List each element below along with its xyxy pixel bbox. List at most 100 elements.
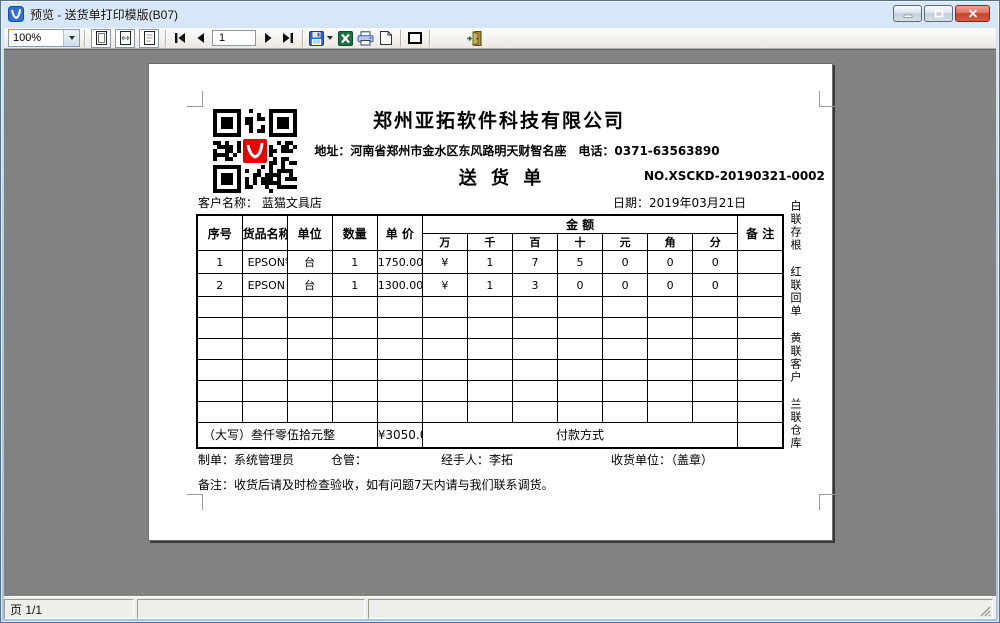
table-cell: [738, 318, 783, 339]
table-cell: [738, 339, 783, 360]
item-row: 1EPSON针式打印机LQ-1800K台11750.00¥175000: [197, 251, 783, 274]
maximize-button[interactable]: [924, 5, 953, 22]
remark-note: 备注：收货后请及时检查验收，如有问题7天内请与我们联系调货。: [198, 476, 554, 493]
customer-name: 客户名称： 蓝猫文具店: [198, 194, 322, 211]
table-cell: [332, 360, 377, 381]
table-cell: [648, 339, 693, 360]
table-cell: [287, 381, 332, 402]
blank-page-icon: [380, 31, 392, 45]
preview-area: 郑州亚拓软件科技有限公司 地址：河南省郑州市金水区东风路明天财智名座 电话：03…: [4, 49, 996, 596]
table-cell: [377, 381, 422, 402]
toolbar-separator: [165, 30, 166, 47]
table-cell: [467, 339, 512, 360]
crop-mark: [187, 494, 203, 510]
company-address: 地址：河南省郑州市金水区东风路明天财智名座 电话：0371-63563890: [277, 142, 757, 159]
table-cell: [377, 402, 422, 423]
toolbar-separator: [429, 30, 430, 47]
form-title: 送 货 单: [402, 164, 602, 190]
table-cell: [558, 318, 603, 339]
zoom-whole-page-button[interactable]: [91, 29, 111, 48]
table-cell: 0: [648, 251, 693, 274]
table-cell: [738, 360, 783, 381]
table-cell: [377, 297, 422, 318]
toolbar-separator: [400, 30, 401, 47]
table-cell: ¥: [422, 251, 467, 274]
resize-grip[interactable]: [979, 605, 991, 617]
zoom-page-width-button[interactable]: [115, 29, 135, 48]
table-cell: [287, 402, 332, 423]
zoom-combobox[interactable]: 100%: [8, 29, 80, 47]
empty-row: [197, 297, 783, 318]
copy-labels: 白联存根红联回单黄联客户兰联仓库: [789, 200, 802, 450]
table-cell: [648, 402, 693, 423]
table-cell: [603, 402, 648, 423]
table-cell: [197, 381, 242, 402]
table-cell: [287, 339, 332, 360]
table-cell: [738, 274, 783, 297]
next-page-button[interactable]: [258, 29, 278, 48]
table-cell: 分: [693, 234, 738, 251]
table-cell: 台: [287, 274, 332, 297]
blank-page-button[interactable]: [376, 29, 396, 48]
crop-mark: [187, 91, 203, 107]
save-dropdown-icon[interactable]: [327, 36, 333, 40]
app-logo-icon: [8, 6, 24, 22]
maximize-icon: [934, 9, 944, 18]
table-cell: [197, 402, 242, 423]
table-cell: [558, 339, 603, 360]
table-cell: [332, 402, 377, 423]
table-cell: [603, 360, 648, 381]
actual-size-icon: [144, 31, 155, 45]
table-cell: [693, 297, 738, 318]
copy-label: 兰联仓库: [789, 398, 802, 450]
table-cell: [648, 318, 693, 339]
table-cell: EPSON LQ-630KLQ-630K: [242, 274, 287, 297]
table-cell: [603, 339, 648, 360]
last-page-button[interactable]: [278, 29, 298, 48]
table-cell: [558, 360, 603, 381]
table-cell: [603, 297, 648, 318]
table-cell: [693, 339, 738, 360]
table-cell: 0: [603, 251, 648, 274]
table-cell: 0: [558, 274, 603, 297]
export-excel-button[interactable]: [335, 29, 355, 48]
zoom-dropdown-icon[interactable]: [63, 30, 79, 46]
table-cell: ¥3050.00: [377, 423, 422, 448]
page-number-input[interactable]: [212, 30, 256, 46]
page-setup-button[interactable]: [405, 29, 425, 48]
table-cell: [422, 360, 467, 381]
next-page-icon: [264, 33, 273, 43]
table-cell: 1: [197, 251, 242, 274]
table-cell: [467, 402, 512, 423]
total-row: （大写）叁仟零伍拾元整¥3050.00付款方式: [197, 423, 783, 448]
minimize-button[interactable]: [893, 5, 922, 22]
zoom-actual-size-button[interactable]: [139, 29, 159, 48]
exit-button[interactable]: [464, 29, 485, 48]
first-page-button[interactable]: [170, 29, 190, 48]
table-cell: 台: [287, 251, 332, 274]
page-width-icon: [120, 31, 131, 45]
table-cell: 5: [558, 251, 603, 274]
table-cell: [603, 318, 648, 339]
table-cell: 0: [693, 274, 738, 297]
table-cell: 十: [558, 234, 603, 251]
close-button[interactable]: [955, 5, 990, 22]
empty-row: [197, 402, 783, 423]
save-button[interactable]: [307, 29, 335, 48]
prev-page-button[interactable]: [190, 29, 210, 48]
table-cell: 数量: [332, 215, 377, 251]
items-table: 序号货品名称及规格单位数量单 价金 额备 注万千百十元角分1EPSON针式打印机…: [196, 214, 784, 449]
warehouse-field: 仓管：: [331, 451, 367, 468]
page-info-panel: 页 1/1: [4, 599, 134, 619]
table-cell: [377, 360, 422, 381]
table-cell: 1: [467, 251, 512, 274]
crop-mark: [819, 494, 835, 510]
table-cell: [467, 381, 512, 402]
table-cell: [648, 381, 693, 402]
table-cell: 3: [512, 274, 557, 297]
table-cell: [242, 339, 287, 360]
table-cell: 7: [512, 251, 557, 274]
table-cell: [558, 381, 603, 402]
print-button[interactable]: [355, 29, 376, 48]
table-cell: [287, 318, 332, 339]
